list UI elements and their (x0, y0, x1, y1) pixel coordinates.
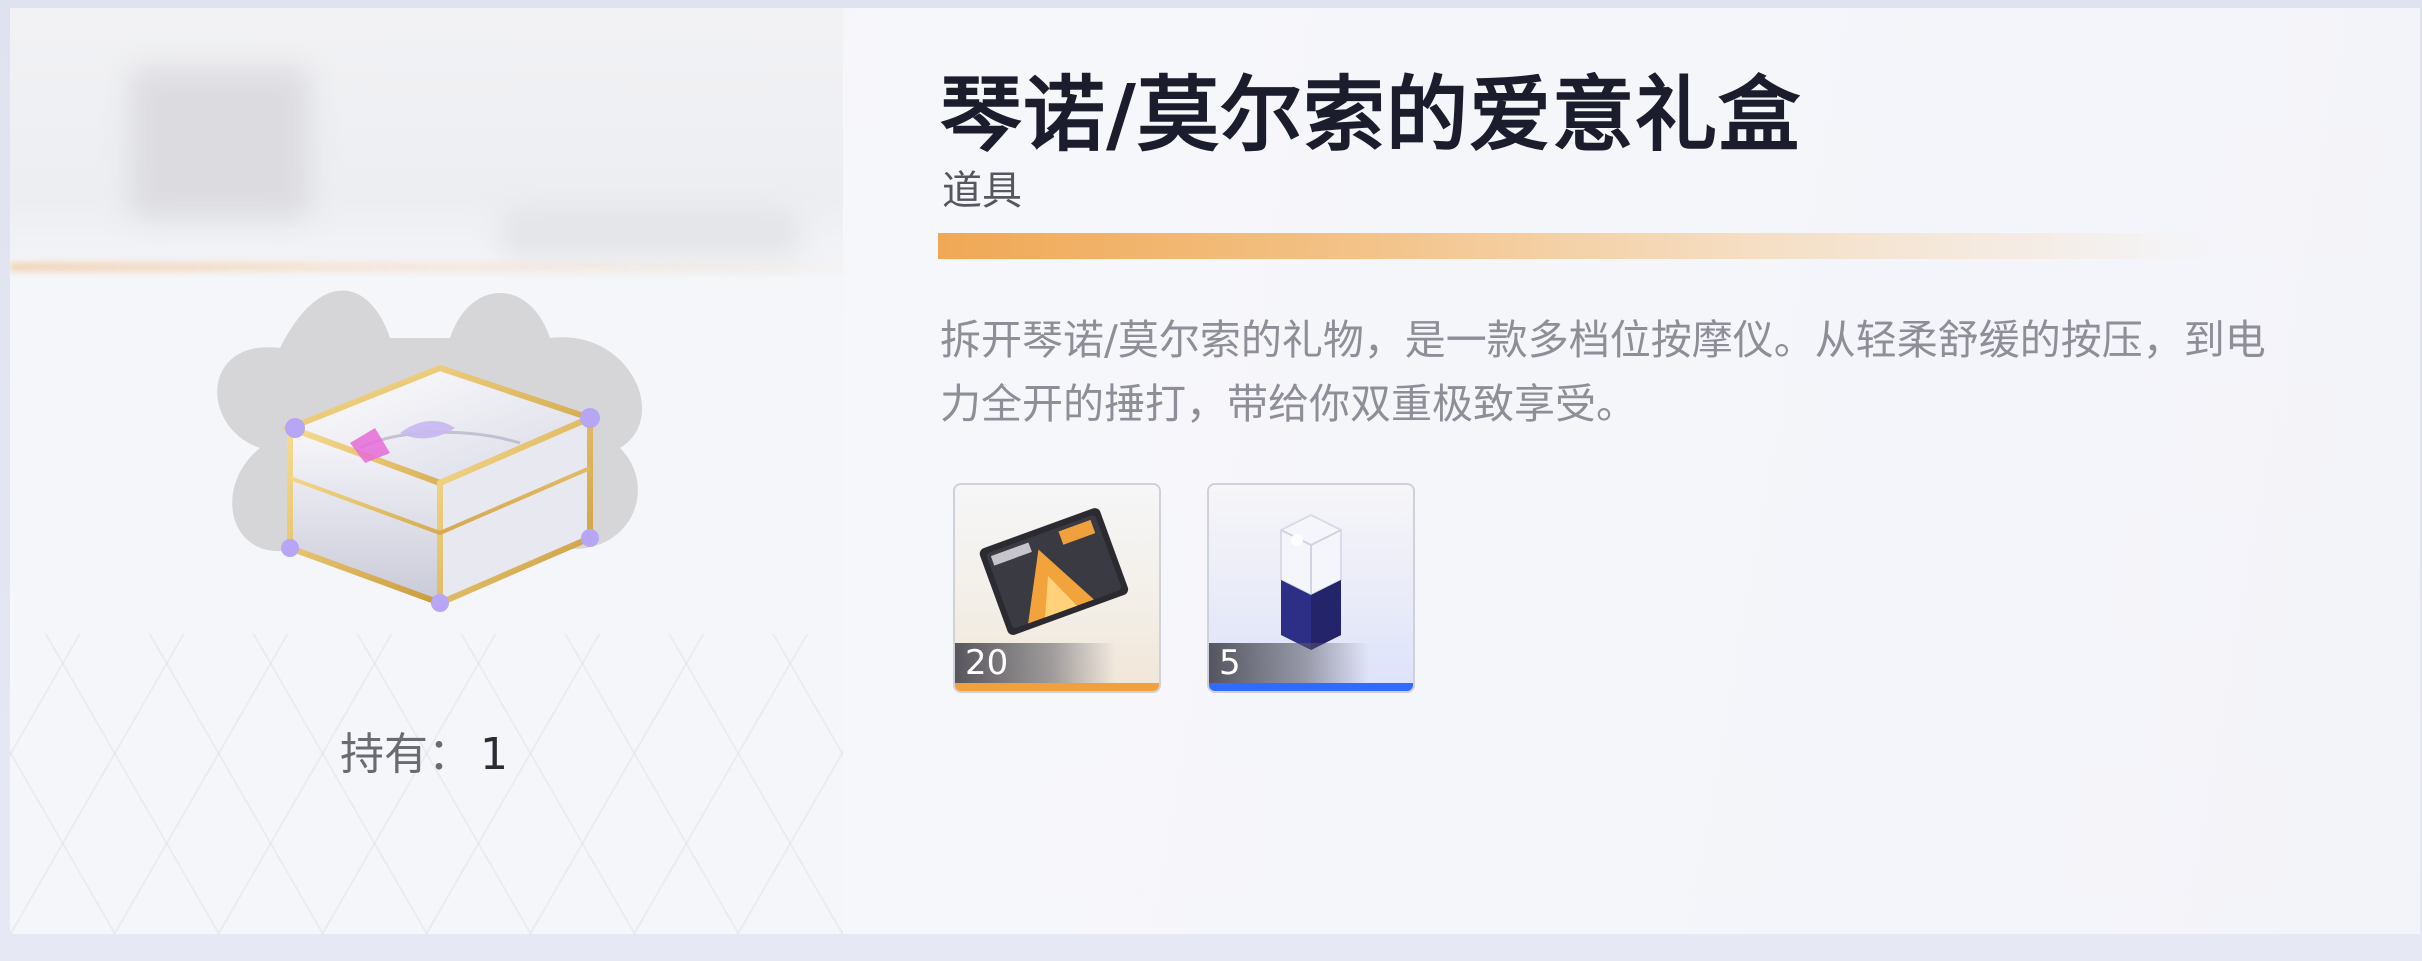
reward-quantity: 20 (955, 643, 1115, 683)
owned-count: 持有： 1 (340, 718, 508, 782)
reward-item[interactable]: 20 (953, 483, 1161, 693)
reward-rarity-strip (955, 683, 1159, 691)
background-blur-shape (130, 68, 310, 218)
background-pattern (10, 634, 843, 934)
background-blur-line (10, 262, 843, 272)
reward-rarity-strip (1209, 683, 1413, 691)
gift-box-icon (217, 290, 643, 612)
item-category: 道具 (942, 168, 1022, 214)
owned-value: 1 (480, 729, 508, 780)
item-title: 琴诺/莫尔索的爱意礼盒 (940, 68, 1801, 163)
item-preview-panel: 持有： 1 (10, 8, 843, 934)
item-detail-card: 持有： 1 琴诺/莫尔索的爱意礼盒 道具 拆开琴诺/莫尔索的礼物，是一款多档位按摩… (10, 8, 2420, 934)
reward-item[interactable]: 5 (1207, 483, 1415, 693)
owned-label: 持有： (340, 729, 472, 780)
reward-quantity: 5 (1209, 643, 1369, 683)
background-blur-shape (500, 208, 800, 258)
rarity-bar (938, 233, 2208, 259)
item-description: 拆开琴诺/莫尔索的礼物，是一款多档位按摩仪。从轻柔舒缓的按压，到电力全开的捶打，… (940, 316, 2266, 428)
